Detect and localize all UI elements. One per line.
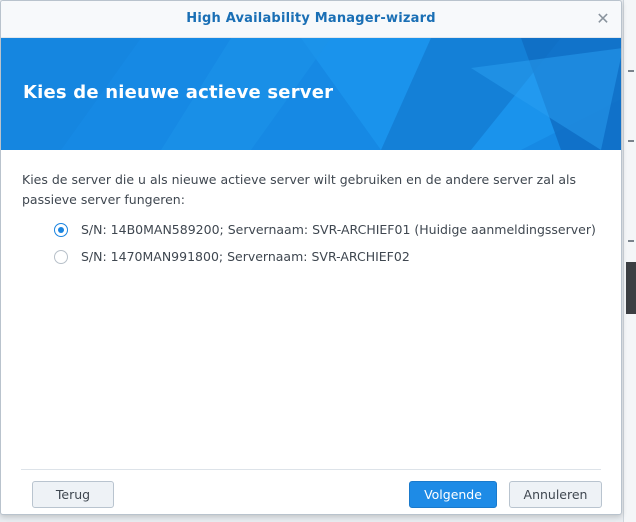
server-option-1-label: S/N: 14B0MAN589200; Servernaam: SVR-ARCH… bbox=[81, 222, 596, 237]
server-option-2[interactable]: S/N: 1470MAN991800; Servernaam: SVR-ARCH… bbox=[54, 243, 600, 270]
cancel-button[interactable]: Annuleren bbox=[509, 481, 602, 508]
dialog-titlebar: High Availability Manager-wizard ✕ bbox=[1, 1, 621, 38]
back-button[interactable]: Terug bbox=[32, 481, 114, 508]
background-mark bbox=[628, 240, 634, 242]
wizard-banner: Kies de nieuwe actieve server bbox=[1, 38, 621, 150]
background-app-edge bbox=[623, 0, 636, 522]
wizard-step-heading: Kies de nieuwe actieve server bbox=[23, 82, 334, 103]
server-option-1[interactable]: S/N: 14B0MAN589200; Servernaam: SVR-ARCH… bbox=[54, 216, 600, 243]
background-mark bbox=[628, 140, 634, 142]
next-button[interactable]: Volgende bbox=[409, 481, 497, 508]
instruction-text: Kies de server die u als nieuwe actieve … bbox=[22, 172, 576, 207]
background-mark bbox=[628, 70, 634, 72]
dialog-title: High Availability Manager-wizard bbox=[186, 11, 436, 26]
close-icon[interactable]: ✕ bbox=[593, 9, 613, 29]
server-option-2-label: S/N: 1470MAN991800; Servernaam: SVR-ARCH… bbox=[81, 249, 410, 264]
wizard-dialog: High Availability Manager-wizard ✕ Kies … bbox=[0, 0, 622, 515]
background-dark-panel bbox=[626, 262, 636, 314]
radio-button-selected[interactable] bbox=[54, 222, 68, 237]
radio-button-unselected[interactable] bbox=[54, 249, 68, 264]
wizard-content: Kies de server die u als nieuwe actieve … bbox=[1, 150, 621, 270]
dialog-footer: Terug Volgende Annuleren bbox=[21, 469, 602, 514]
